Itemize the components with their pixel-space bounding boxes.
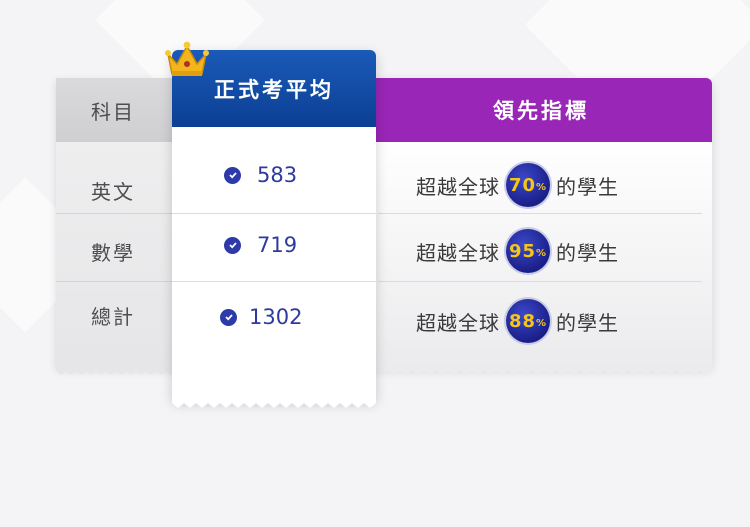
lead-header: 領先指標 — [370, 78, 712, 142]
average-score-card: 正式考平均 583 719 1302 — [172, 50, 376, 400]
subject-label: 英文 — [91, 180, 135, 204]
check-circle-icon — [220, 308, 237, 326]
divider — [172, 213, 376, 214]
score-value: 1302 — [249, 305, 303, 329]
score-value: 583 — [257, 163, 298, 187]
subject-label: 數學 — [91, 241, 135, 265]
lead-indicator-card: 領先指標 超越全球 70% 的學生 超越全球 95% 的學生 超越全球 88% … — [370, 78, 712, 368]
lead-row: 超越全球 95% 的學生 — [416, 229, 619, 273]
check-circle-icon — [224, 166, 241, 184]
lead-suffix: 的學生 — [556, 174, 619, 199]
score-row: 719 — [224, 233, 297, 257]
lead-card-zigzag-edge — [370, 367, 712, 375]
check-circle-icon — [224, 236, 241, 254]
score-value: 719 — [257, 233, 298, 257]
percentile-value: 70 — [508, 174, 537, 196]
lead-prefix: 超越全球 — [416, 174, 500, 199]
lead-row: 超越全球 88% 的學生 — [416, 299, 619, 343]
subjects-header-label: 科目 — [91, 99, 135, 124]
percentile-value: 95 — [508, 240, 537, 262]
lead-prefix: 超越全球 — [416, 240, 500, 265]
lead-prefix: 超越全球 — [416, 310, 500, 335]
lead-suffix: 的學生 — [556, 240, 619, 265]
score-row: 583 — [224, 163, 297, 187]
average-card-zigzag-edge — [172, 399, 376, 408]
percent-sign: % — [536, 248, 548, 259]
lead-header-label: 領先指標 — [493, 99, 589, 123]
percent-sign: % — [536, 318, 548, 329]
average-header-label: 正式考平均 — [214, 77, 334, 102]
percentile-badge: 95% — [506, 229, 550, 273]
score-row: 1302 — [220, 305, 302, 329]
divider — [378, 213, 702, 214]
percentile-badge: 88% — [506, 299, 550, 343]
lead-suffix: 的學生 — [556, 310, 619, 335]
divider — [172, 281, 376, 282]
crown-icon — [165, 41, 209, 76]
lead-row: 超越全球 70% 的學生 — [416, 163, 619, 207]
percent-sign: % — [536, 182, 548, 193]
percentile-badge: 70% — [506, 163, 550, 207]
subject-label: 總計 — [91, 305, 135, 329]
percentile-value: 88 — [508, 310, 537, 332]
divider — [378, 281, 702, 282]
